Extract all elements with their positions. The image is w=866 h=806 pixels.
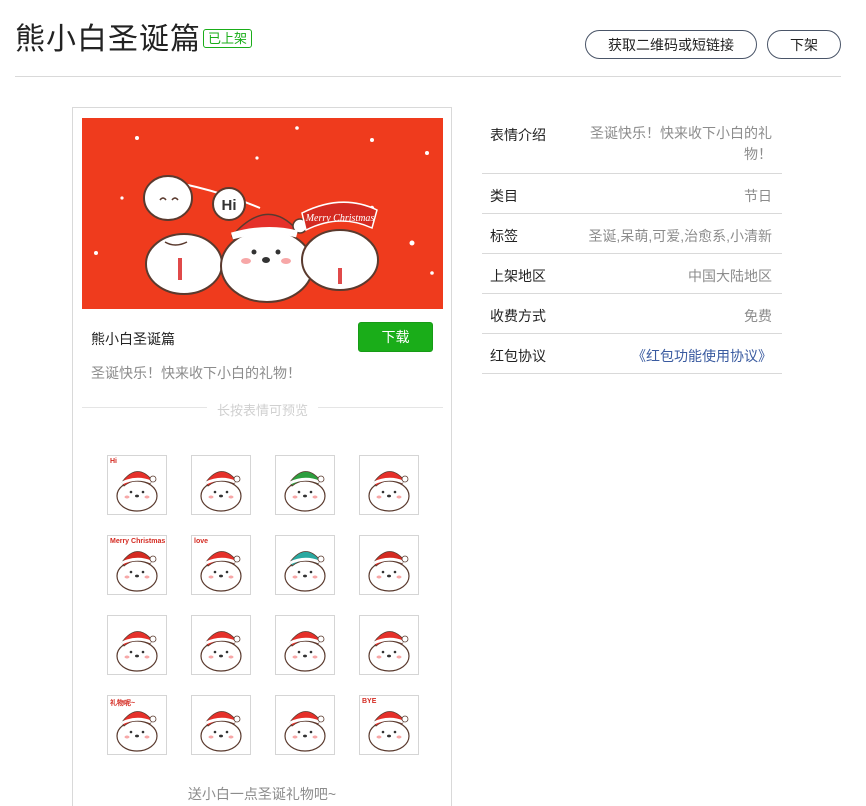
info-row-tags: 标签 圣诞,呆萌,可爱,治愈系,小清新 <box>482 214 782 254</box>
preview-divider: 长按表情可预览 <box>82 400 443 418</box>
sticker-hi-bear-icon[interactable]: Hi <box>107 455 167 515</box>
info-label: 标签 <box>490 228 518 244</box>
info-value: 圣诞快乐！快来收下小白的礼物！ <box>590 125 772 162</box>
banner-ribbon-text: Merry Christmas <box>305 213 375 224</box>
sticker-gift-bear-icon[interactable] <box>191 455 251 515</box>
info-label: 收费方式 <box>490 308 546 324</box>
sticker-caption: Merry Christmas <box>110 538 166 545</box>
info-row-category: 类目 节日 <box>482 174 782 214</box>
sticker-pack-card: Hi Merry Christmas 熊小白圣诞篇 下载 圣诞快乐！快来收下小白… <box>72 107 452 806</box>
download-button[interactable]: 下载 <box>358 322 433 352</box>
footer-note: 送小白一点圣诞礼物吧~ <box>187 786 337 802</box>
info-label: 上架地区 <box>490 268 546 284</box>
sticker-reindeer-nose-bear-icon[interactable] <box>191 695 251 755</box>
sticker-ornament-bear-icon[interactable] <box>275 695 335 755</box>
sticker-caption: 礼物呢~ <box>110 700 136 707</box>
info-value: 免费 <box>744 308 772 324</box>
status-badge: 已上架 <box>203 29 253 48</box>
divider-line-right <box>318 407 443 408</box>
sticker-caption: BYE <box>362 698 377 705</box>
info-row-pricing: 收费方式 免费 <box>482 294 782 334</box>
sticker-thanks-bear-icon[interactable]: 礼物呢~ <box>107 695 167 755</box>
sticker-santa-bear-icon[interactable] <box>359 535 419 595</box>
info-value: 节日 <box>744 188 772 204</box>
info-table: 表情介绍 圣诞快乐！快来收下小白的礼物！ 类目 节日 标签 圣诞,呆萌,可爱,治… <box>482 113 782 374</box>
info-label: 表情介绍 <box>490 127 546 143</box>
banner-illustration-icon: Hi Merry Christmas <box>82 118 443 309</box>
offline-button[interactable]: 下架 <box>767 30 841 59</box>
sticker-sleeping-bag-bear-icon[interactable] <box>275 615 335 675</box>
sticker-reindeer-bear-icon[interactable] <box>359 455 419 515</box>
banner-bubble-text: Hi <box>222 197 237 214</box>
sticker-dots-bear-icon[interactable] <box>359 615 419 675</box>
sticker-antler-bear-icon[interactable] <box>107 615 167 675</box>
pack-name: 熊小白圣诞篇 <box>91 331 175 347</box>
sticker-scarf-bear-icon[interactable] <box>275 535 335 595</box>
sticker-love-balloon-bear-icon[interactable]: love <box>191 535 251 595</box>
redpacket-agreement-link[interactable]: 《红包功能使用协议》 <box>632 346 772 366</box>
info-row-intro: 表情介绍 圣诞快乐！快来收下小白的礼物！ <box>482 113 782 174</box>
sticker-caption: love <box>194 538 209 545</box>
sticker-bye-bear-icon[interactable]: BYE <box>359 695 419 755</box>
sticker-antler-sign-bear-icon[interactable] <box>191 615 251 675</box>
sticker-tree-bear-icon[interactable] <box>275 455 335 515</box>
get-qrcode-button[interactable]: 获取二维码或短链接 <box>585 30 757 59</box>
info-value: 圣诞,呆萌,可爱,治愈系,小清新 <box>588 228 772 244</box>
page-title: 熊小白圣诞篇 <box>15 23 201 56</box>
pack-description: 圣诞快乐！快来收下小白的礼物！ <box>91 365 301 381</box>
banner-image: Hi Merry Christmas <box>82 118 443 309</box>
info-label: 红包协议 <box>490 348 546 364</box>
preview-hint: 长按表情可预览 <box>216 403 308 418</box>
info-row-region: 上架地区 中国大陆地区 <box>482 254 782 294</box>
info-label: 类目 <box>490 188 518 204</box>
sticker-caption: Hi <box>110 458 117 465</box>
info-value: 中国大陆地区 <box>688 268 772 284</box>
info-row-redpacket: 红包协议 《红包功能使用协议》 <box>482 334 782 374</box>
page-header: 熊小白圣诞篇 已上架 获取二维码或短链接 下架 <box>15 0 841 77</box>
sticker-merry-christmas-bear-icon[interactable]: Merry Christmas <box>107 535 167 595</box>
